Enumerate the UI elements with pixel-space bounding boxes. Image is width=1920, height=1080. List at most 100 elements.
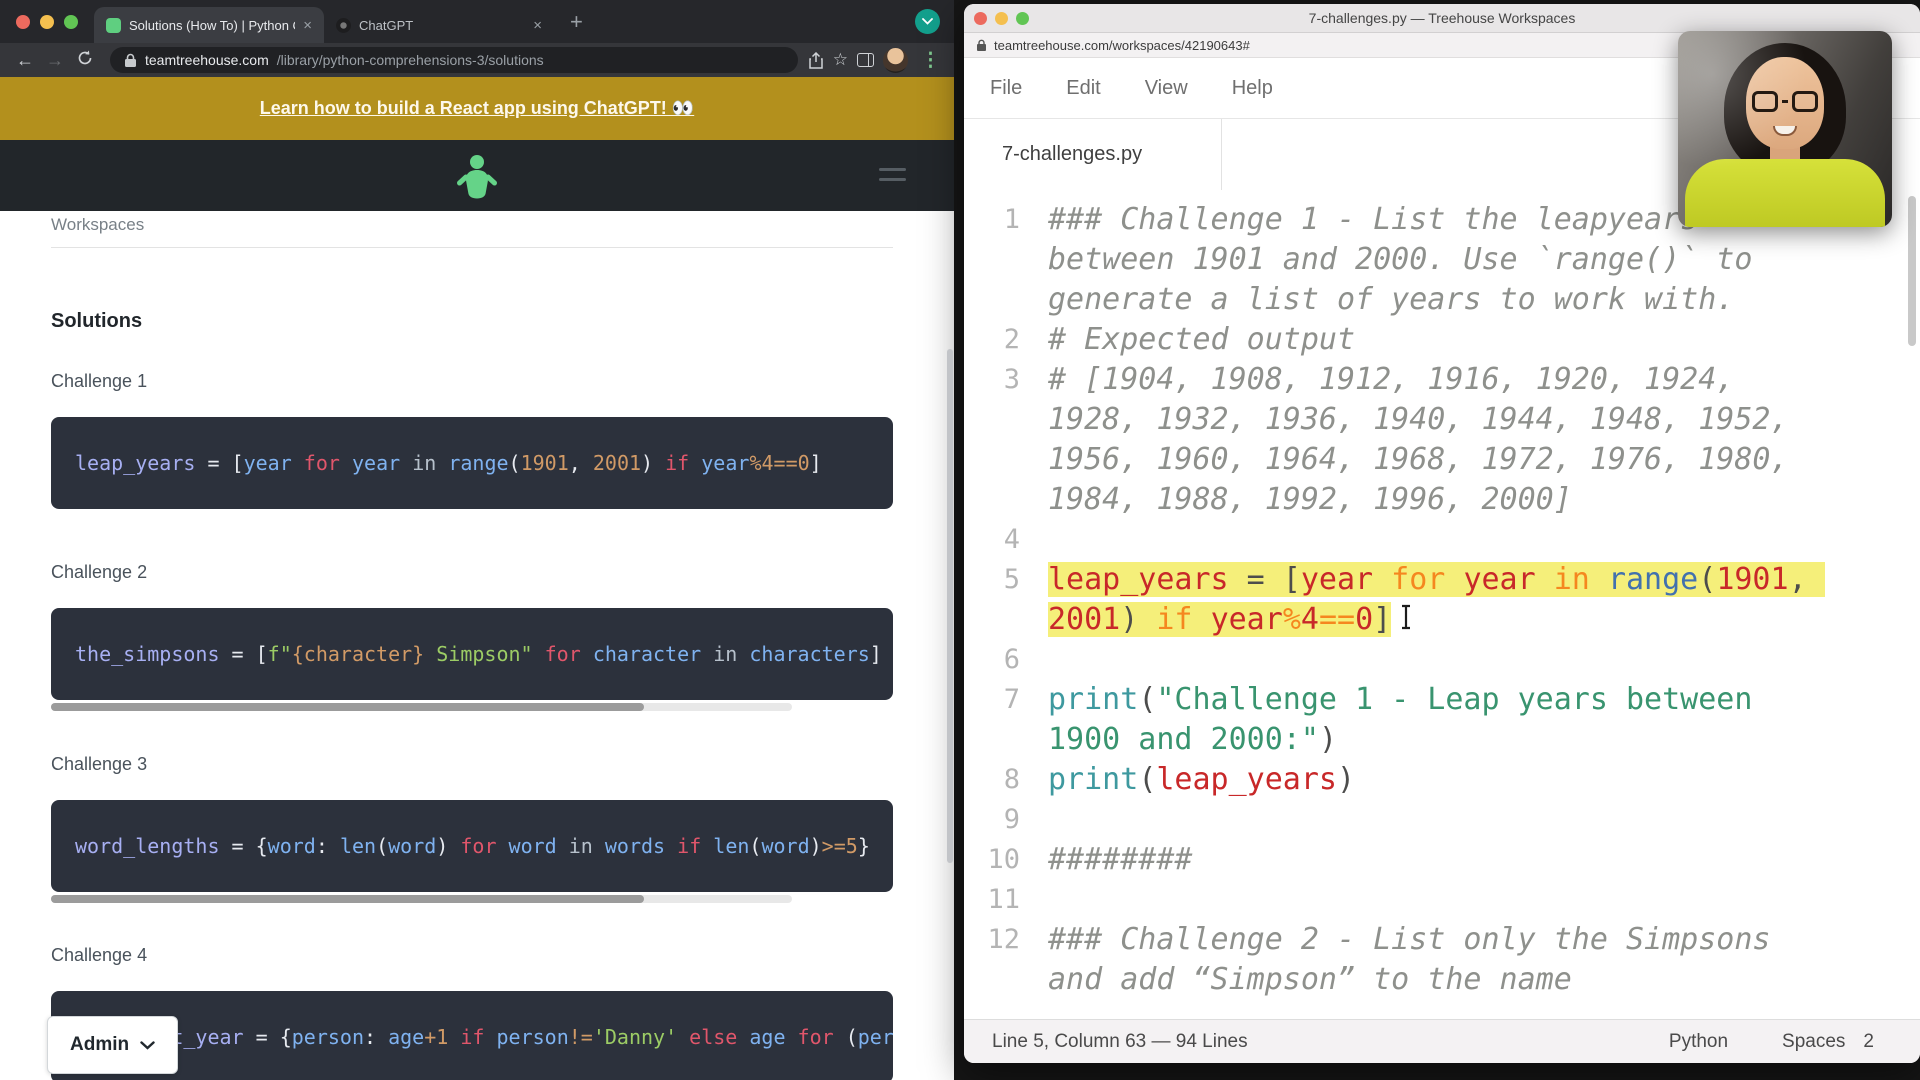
page-content: Workspaces Solutions Challenge 1 leap_ye… [0, 211, 954, 1080]
admin-menu-button[interactable]: Admin [47, 1016, 178, 1074]
person-smile [1773, 126, 1797, 136]
promo-banner-link[interactable]: Learn how to build a React app using Cha… [260, 98, 694, 119]
zoom-window-button[interactable] [64, 15, 78, 29]
address-bar[interactable]: teamtreehouse.com/library/python-compreh… [110, 47, 798, 73]
editor-line-code: print(leap_years) [1048, 760, 1830, 800]
editor-line-code [1048, 520, 1830, 560]
scrollbar-thumb[interactable] [51, 703, 644, 711]
challenge-section-2: Challenge 2 the_simpsons = [f"{character… [51, 561, 893, 711]
menu-edit[interactable]: Edit [1066, 77, 1100, 100]
editor-line[interactable]: 8 print(leap_years) [964, 760, 1920, 800]
lock-icon [976, 39, 987, 52]
line-number: 9 [964, 800, 1020, 840]
challenge-section-1: Challenge 1 leap_years = [year for year … [51, 370, 893, 509]
window-title: 7-challenges.py — Treehouse Workspaces [964, 10, 1920, 26]
workspace-titlebar[interactable]: 7-challenges.py — Treehouse Workspaces [964, 4, 1920, 33]
indent-type[interactable]: Spaces [1782, 1031, 1845, 1053]
tab-strip-chevron-button[interactable] [915, 9, 940, 34]
sidebar-item-workspaces[interactable]: Workspaces [51, 211, 893, 235]
tab-title: Solutions (How To) | Python Co [129, 18, 295, 33]
editor-line[interactable]: 3 # [1904, 1908, 1912, 1916, 1920, 1924, … [964, 360, 1920, 520]
browser-window: Solutions (How To) | Python Co × ChatGPT… [0, 0, 954, 1080]
chatgpt-favicon-icon [336, 18, 351, 33]
profile-avatar[interactable] [883, 48, 908, 73]
toolbar-icons: ☆ ⋮ [808, 48, 944, 73]
horizontal-scrollbar[interactable] [51, 895, 792, 903]
reload-button[interactable] [70, 50, 100, 71]
editor-line-code [1048, 880, 1830, 920]
scrollbar-thumb[interactable] [51, 895, 644, 903]
challenge-3-label: Challenge 3 [51, 753, 893, 775]
admin-menu-label: Admin [70, 1034, 129, 1056]
indent-size[interactable]: 2 [1863, 1031, 1874, 1053]
browser-tab-strip: Solutions (How To) | Python Co × ChatGPT… [0, 0, 954, 43]
vertical-scrollbar[interactable] [947, 349, 953, 863]
hamburger-menu-icon[interactable] [879, 168, 906, 188]
line-number: 3 [964, 360, 1020, 400]
workspace-url: teamtreehouse.com/workspaces/42190643# [994, 38, 1250, 53]
editor-lines: 1### Challenge 1 - List the leapyears be… [964, 200, 1920, 1000]
code-snippet-1: leap_years = [year for year in range(190… [51, 417, 893, 509]
url-path: /library/python-comprehensions-3/solutio… [277, 52, 544, 68]
file-tab[interactable]: 7-challenges.py [964, 119, 1222, 190]
lock-icon [124, 53, 137, 68]
share-icon[interactable] [808, 52, 824, 69]
side-panel-icon[interactable] [857, 53, 874, 67]
promo-banner[interactable]: Learn how to build a React app using Cha… [0, 77, 954, 140]
line-number: 4 [964, 520, 1020, 560]
line-number: 8 [964, 760, 1020, 800]
line-number: 10 [964, 840, 1020, 880]
editor-line-code: ### Challenge 2 - List only the Simpsons… [1048, 920, 1830, 1000]
editor-line[interactable]: 2# Expected output [964, 320, 1920, 360]
editor-line[interactable]: 6 [964, 640, 1920, 680]
person-neck [1770, 141, 1800, 167]
tab-chatgpt[interactable]: ChatGPT × [324, 7, 554, 43]
treehouse-favicon-icon [106, 18, 121, 33]
code-text: ages_next_year = {person: age+1 if perso… [75, 1025, 893, 1049]
line-number: 11 [964, 880, 1020, 920]
menu-help[interactable]: Help [1232, 77, 1273, 100]
close-tab-icon[interactable]: × [303, 18, 312, 33]
challenge-4-label: Challenge 4 [51, 944, 893, 966]
editor-line-code: # [1904, 1908, 1912, 1916, 1920, 1924, 1… [1048, 360, 1830, 520]
editor-line-code: ######## [1048, 840, 1830, 880]
tab-title: ChatGPT [359, 18, 525, 33]
challenge-1-label: Challenge 1 [51, 370, 893, 392]
editor-line[interactable]: 9 [964, 800, 1920, 840]
browser-menu-icon[interactable]: ⋮ [917, 49, 944, 72]
tab-solutions[interactable]: Solutions (How To) | Python Co × [94, 7, 324, 43]
back-button[interactable]: ← [10, 50, 40, 71]
bookmark-star-icon[interactable]: ☆ [833, 50, 848, 70]
site-header [0, 140, 954, 211]
editor-scrollbar[interactable] [1908, 196, 1916, 346]
challenge-2-label: Challenge 2 [51, 561, 893, 583]
person-shirt [1685, 159, 1885, 227]
divider [51, 247, 893, 248]
editor-line[interactable]: 11 [964, 880, 1920, 920]
highlighted-code: leap_years = [year for year in range(190… [1048, 562, 1825, 637]
editor-line[interactable]: 10 ######## [964, 840, 1920, 880]
code-text: leap_years = [year for year in range(190… [75, 451, 822, 475]
language-mode[interactable]: Python [1669, 1031, 1728, 1053]
forward-button: → [40, 50, 70, 71]
menu-file[interactable]: File [990, 77, 1022, 100]
code-editor[interactable]: 1### Challenge 1 - List the leapyears be… [964, 190, 1920, 1019]
treehouse-logo-icon[interactable] [457, 153, 497, 199]
url-domain: teamtreehouse.com [145, 52, 269, 68]
new-tab-button[interactable]: + [570, 11, 583, 33]
chevron-down-icon [922, 18, 933, 25]
editor-line[interactable]: 5leap_years = [year for year in range(19… [964, 560, 1920, 640]
close-tab-icon[interactable]: × [533, 18, 542, 33]
menu-view[interactable]: View [1145, 77, 1188, 100]
code-snippet-2: the_simpsons = [f"{character} Simpson" f… [51, 608, 893, 700]
editor-line-code [1048, 800, 1830, 840]
close-window-button[interactable] [16, 15, 30, 29]
minimize-window-button[interactable] [40, 15, 54, 29]
editor-line[interactable]: 4 [964, 520, 1920, 560]
horizontal-scrollbar[interactable] [51, 703, 792, 711]
editor-line[interactable]: 12### Challenge 2 - List only the Simpso… [964, 920, 1920, 1000]
line-number: 2 [964, 320, 1020, 360]
editor-line[interactable]: 7print("Challenge 1 - Leap years between… [964, 680, 1920, 760]
editor-statusbar: Line 5, Column 63 — 94 Lines Python Spac… [964, 1019, 1920, 1063]
line-number: 1 [964, 200, 1020, 240]
